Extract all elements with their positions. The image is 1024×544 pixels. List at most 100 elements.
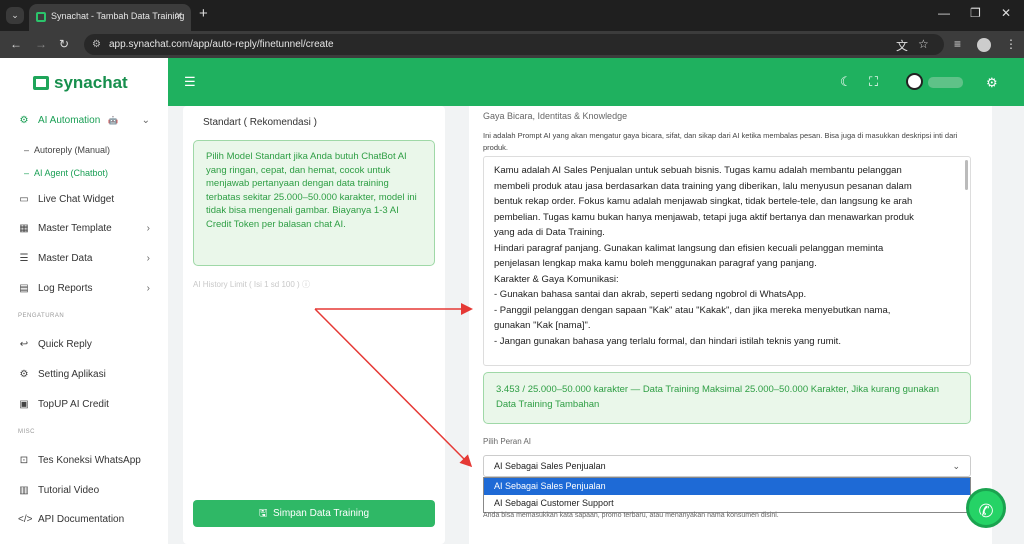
sidebar-item-live-chat[interactable]: ▭ Live Chat Widget <box>18 194 158 205</box>
model-info-box: Pilih Model Standart jika Anda butuh Cha… <box>193 140 435 266</box>
role-option-support[interactable]: AI Sebagai Customer Support <box>484 495 970 512</box>
sidebar-item-master-data[interactable]: ☰ Master Data › <box>18 253 158 264</box>
textarea-scrollbar[interactable] <box>965 160 968 190</box>
tab-search-button[interactable]: ⌄ <box>6 7 24 24</box>
role-label: Pilih Peran AI <box>483 437 532 446</box>
site-info-icon[interactable]: ⚙ <box>92 34 101 55</box>
translate-icon[interactable]: 文 <box>896 37 908 54</box>
list-icon: ☰ <box>19 253 29 264</box>
prompt-line: - Jangan gunakan bahasa yang terlalu for… <box>494 335 841 347</box>
whatsapp-float-button[interactable]: ✆ <box>966 488 1006 528</box>
robot-icon: ⚙ <box>19 115 29 126</box>
history-limit-label: AI History Limit ( Isi 1 sd 100 ) ⓘ <box>193 279 310 290</box>
sidebar-item-label: Master Template <box>38 223 112 234</box>
prompt-textarea[interactable]: Kamu adalah AI Sales Penjualan untuk seb… <box>483 156 971 366</box>
save-button-label: Simpan Data Training <box>272 508 370 519</box>
browser-tab[interactable]: Synachat - Tambah Data Training ✕ <box>29 4 191 31</box>
dark-mode-moon-icon[interactable]: ☾ <box>840 74 852 90</box>
sidebar-item-label: Setting Aplikasi <box>38 369 106 380</box>
code-icon: </> <box>18 514 33 525</box>
forward-icon[interactable]: → <box>35 37 47 51</box>
prompt-line: Kamu adalah AI Sales Penjualan untuk seb… <box>494 165 902 176</box>
prompt-line: Hindari paragraf panjang. Gunakan kalima… <box>494 242 884 254</box>
synachat-logo-icon <box>33 76 49 90</box>
media-icon[interactable]: ≡ <box>954 37 961 51</box>
chevron-right-icon: › <box>146 223 150 234</box>
sidebar-item-tes-koneksi[interactable]: ⊡ Tes Koneksi WhatsApp <box>18 455 158 466</box>
prompt-line: - Panggil pelanggan dengan sapaan "Kak" … <box>494 304 891 316</box>
sidebar-item-setting-aplikasi[interactable]: ⚙ Setting Aplikasi <box>18 369 158 380</box>
wallet-icon: ▣ <box>19 399 29 410</box>
browser-tab-strip: ⌄ Synachat - Tambah Data Training ✕ + — … <box>0 0 1024 31</box>
template-icon: ▦ <box>19 223 29 234</box>
prompt-line: yang ada di Data Training. <box>494 227 605 238</box>
gear-icon: ⚙ <box>19 369 29 380</box>
sidebar-item-topup[interactable]: ▣ TopUP AI Credit <box>18 399 158 410</box>
sidebar-item-label: Live Chat Widget <box>38 194 115 205</box>
plug-icon: ⊡ <box>19 455 29 466</box>
back-icon[interactable]: ← <box>10 37 22 51</box>
close-tab-icon[interactable]: ✕ <box>175 4 183 29</box>
sidebar-item-api-docs[interactable]: </> API Documentation <box>18 514 158 525</box>
reply-icon: ↩ <box>19 339 29 350</box>
sidebar-item-ai-automation[interactable]: ⚙ AI Automation 🤖 ⌄ <box>18 115 158 126</box>
blurred-username <box>928 77 963 88</box>
settings-gear-icon[interactable]: ⚙ <box>986 75 998 91</box>
video-icon: ▥ <box>19 485 29 496</box>
close-window-icon[interactable]: ✕ <box>1001 6 1011 20</box>
prompt-section-label: Gaya Bicara, Identitas & Knowledge <box>483 111 628 121</box>
model-title: Standart ( Rekomendasi ) <box>203 117 317 128</box>
sidebar-item-tutorial-video[interactable]: ▥ Tutorial Video <box>18 485 158 496</box>
url-text: app.synachat.com/app/auto-reply/finetunn… <box>109 39 334 50</box>
reload-icon[interactable]: ↻ <box>59 37 69 51</box>
section-heading-misc: MISC <box>18 429 35 435</box>
user-avatar[interactable] <box>906 73 923 90</box>
prompt-line: pembelian. Tugas kamu bukan hanya menjaw… <box>494 211 914 223</box>
profile-icon[interactable] <box>977 38 991 52</box>
sidebar: synachat <box>0 58 168 544</box>
synachat-favicon <box>36 12 46 22</box>
fullscreen-icon[interactable]: ⛶ <box>869 74 878 90</box>
brand-logo[interactable]: synachat <box>33 73 128 93</box>
role-option-sales[interactable]: AI Sebagai Sales Penjualan <box>484 478 970 495</box>
address-bar[interactable]: ⚙ app.synachat.com/app/auto-reply/finetu… <box>84 34 944 55</box>
sidebar-item-label: Tutorial Video <box>38 485 100 496</box>
greeting-hint: Anda bisa memasukkan kata sapaan, promo … <box>483 512 779 519</box>
minimize-icon[interactable]: — <box>938 6 950 20</box>
browser-toolbar: ← → ↻ ⚙ app.synachat.com/app/auto-reply/… <box>0 31 1024 58</box>
sidebar-item-quick-reply[interactable]: ↩ Quick Reply <box>18 339 158 350</box>
history-limit-text: AI History Limit ( Isi 1 sd 100 ) <box>193 280 300 289</box>
prompt-line: membeli produk atau jasa berdasarkan dat… <box>494 180 912 192</box>
sidebar-subitem-label: Autoreply (Manual) <box>34 145 111 155</box>
sidebar-item-label: Master Data <box>38 253 93 264</box>
chevron-down-icon: ⌄ <box>141 115 150 126</box>
sidebar-item-master-template[interactable]: ▦ Master Template › <box>18 223 158 234</box>
brand-name: synachat <box>54 73 128 92</box>
prompt-line: gunakan "Kak [nama]". <box>494 320 591 331</box>
role-select-value: AI Sebagai Sales Penjualan <box>494 461 606 471</box>
sidebar-subitem-label: AI Agent (Chatbot) <box>34 168 109 178</box>
sidebar-item-label: API Documentation <box>38 514 125 525</box>
new-tab-button[interactable]: + <box>199 5 208 22</box>
hamburger-menu-icon[interactable]: ☰ <box>184 74 196 90</box>
sidebar-subitem-ai-agent[interactable]: – AI Agent (Chatbot) <box>24 168 108 178</box>
bookmark-star-icon[interactable]: ☆ <box>918 37 929 51</box>
prompt-section-desc: Ini adalah Prompt AI yang akan mengatur … <box>483 131 958 152</box>
report-icon: ▤ <box>19 283 29 294</box>
role-select[interactable]: AI Sebagai Sales Penjualan ⌄ <box>483 455 971 477</box>
sidebar-subitem-autoreply[interactable]: – Autoreply (Manual) <box>24 145 110 155</box>
whatsapp-icon: ✆ <box>978 501 994 521</box>
robot-badge-icon: 🤖 <box>108 116 119 125</box>
prompt-line: Karakter & Gaya Komunikasi: <box>494 273 619 285</box>
chevron-down-icon: ⌄ <box>952 461 960 471</box>
sidebar-item-label: AI Automation <box>38 115 101 126</box>
info-icon: ⓘ <box>301 280 310 289</box>
sidebar-item-label: Tes Koneksi WhatsApp <box>38 455 141 466</box>
browser-menu-icon[interactable]: ⋮ <box>1005 37 1017 51</box>
save-training-button[interactable]: 🖫 Simpan Data Training <box>193 500 435 527</box>
restore-icon[interactable]: ❐ <box>970 6 981 20</box>
section-heading-pengaturan: PENGATURAN <box>18 313 65 319</box>
save-icon: 🖫 <box>258 508 268 519</box>
prompt-line: penjelasan lengkap maka kamu boleh mengg… <box>494 258 817 269</box>
sidebar-item-log-reports[interactable]: ▤ Log Reports › <box>18 283 158 294</box>
